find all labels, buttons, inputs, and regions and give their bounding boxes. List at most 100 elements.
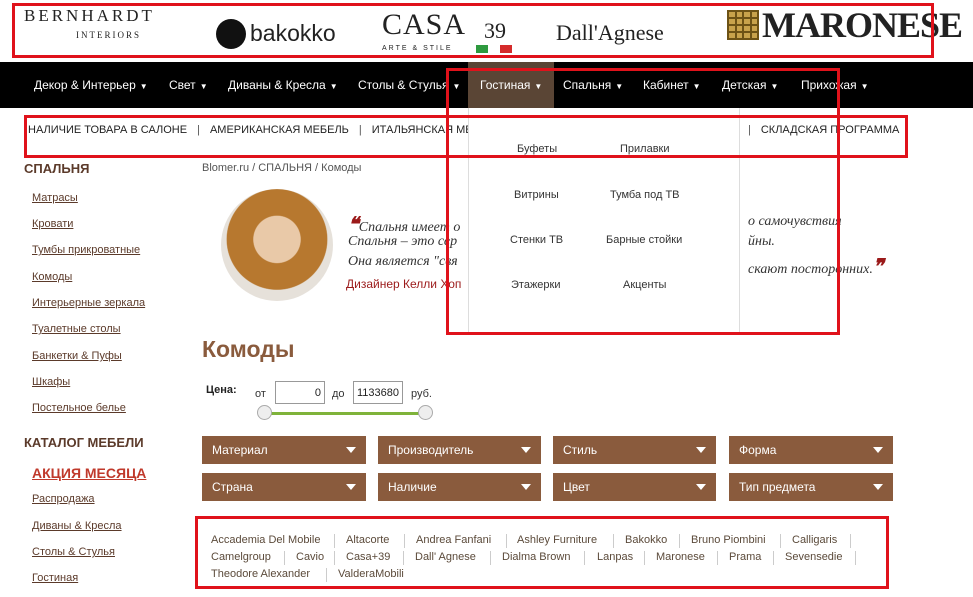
sidebar-item-wardrobes[interactable]: Шкафы bbox=[32, 376, 70, 388]
nav-label: Гостиная bbox=[480, 78, 531, 92]
nav-label: Спальня bbox=[563, 78, 612, 92]
filter-label: Наличие bbox=[388, 480, 437, 494]
dropdown-item-buffets[interactable]: Буфеты bbox=[517, 143, 557, 155]
brand-dallagnese[interactable]: Dall'Agnese bbox=[556, 20, 664, 46]
caret-down-icon bbox=[346, 447, 356, 453]
sidebar-heading-bedroom: СПАЛЬНЯ bbox=[24, 161, 90, 176]
nav-item-office[interactable]: Кабинет ▼ bbox=[643, 62, 701, 108]
maker-link[interactable]: Calligaris bbox=[792, 534, 837, 546]
quote-author: Дизайнер Келли Хоп bbox=[346, 277, 462, 291]
brand-casa[interactable]: CASA bbox=[382, 8, 466, 42]
maker-link[interactable]: Altacorte bbox=[346, 534, 389, 546]
maker-link[interactable]: Prama bbox=[729, 551, 761, 563]
chevron-down-icon: ▼ bbox=[692, 82, 701, 91]
price-to-input[interactable] bbox=[353, 381, 403, 404]
nav-item-living-room[interactable]: Гостиная ▼ bbox=[468, 62, 555, 108]
dropdown-item-tv-stand[interactable]: Тумба под ТВ bbox=[610, 189, 680, 201]
quote-line-1-end: о самочувствия bbox=[748, 214, 842, 229]
divider: | bbox=[748, 124, 751, 136]
filter-item-type[interactable]: Тип предмета bbox=[729, 473, 893, 501]
breadcrumb[interactable]: Blomer.ru / СПАЛЬНЯ / Комоды bbox=[202, 162, 361, 174]
dropdown-item-accents[interactable]: Акценты bbox=[623, 279, 666, 291]
chevron-down-icon: ▼ bbox=[452, 82, 461, 91]
price-slider-min-handle[interactable] bbox=[257, 405, 272, 420]
chevron-down-icon: ▼ bbox=[615, 82, 624, 91]
nav-item-tables[interactable]: Столы & Стулья ▼ bbox=[358, 62, 460, 108]
brand-bernhardt[interactable]: BERNHARDT bbox=[24, 6, 155, 26]
sidebar-item-sale[interactable]: Распродажа bbox=[32, 493, 95, 505]
brand-maronese[interactable]: MARONESE bbox=[762, 4, 963, 46]
price-label: Цена: bbox=[206, 384, 237, 396]
maker-link[interactable]: Camelgroup bbox=[211, 551, 271, 563]
maker-link[interactable]: Maronese bbox=[656, 551, 705, 563]
maker-link[interactable]: Ashley Furniture bbox=[517, 534, 597, 546]
divider: | bbox=[197, 124, 200, 136]
price-from-input[interactable] bbox=[275, 381, 325, 404]
sidebar-item-mirrors[interactable]: Интерьерные зеркала bbox=[32, 297, 145, 309]
maker-link[interactable]: Bruno Piombini bbox=[691, 534, 766, 546]
dropdown-item-tv-walls[interactable]: Стенки ТВ bbox=[510, 234, 563, 246]
nav-item-sofas[interactable]: Диваны & Кресла ▼ bbox=[228, 62, 338, 108]
divider bbox=[850, 534, 851, 548]
maker-link[interactable]: Lanpas bbox=[597, 551, 633, 563]
chevron-down-icon: ▼ bbox=[534, 82, 543, 91]
dropdown-item-shelves[interactable]: Этажерки bbox=[511, 279, 561, 291]
sidebar-item-sofas[interactable]: Диваны & Кресла bbox=[32, 520, 122, 532]
maker-link[interactable]: Sevensedie bbox=[785, 551, 843, 563]
filter-color[interactable]: Цвет bbox=[553, 473, 716, 501]
divider bbox=[326, 568, 327, 582]
caret-down-icon bbox=[521, 447, 531, 453]
divider bbox=[644, 551, 645, 565]
subnav-in-stock[interactable]: НАЛИЧИЕ ТОВАРА В САЛОНЕ bbox=[28, 124, 187, 136]
filter-country[interactable]: Страна bbox=[202, 473, 366, 501]
maker-link[interactable]: Dialma Brown bbox=[502, 551, 570, 563]
divider bbox=[679, 534, 680, 548]
maker-link[interactable]: Accademia Del Mobile bbox=[211, 534, 320, 546]
price-slider-track[interactable] bbox=[264, 412, 426, 415]
price-slider-max-handle[interactable] bbox=[418, 405, 433, 420]
quote-text: Спальня имеет о bbox=[358, 220, 461, 235]
sidebar-item-tables[interactable]: Столы & Стулья bbox=[32, 546, 115, 558]
maker-link[interactable]: Theodore Alexander bbox=[211, 568, 310, 580]
nav-item-kids[interactable]: Детская ▼ bbox=[722, 62, 778, 108]
filter-style[interactable]: Стиль bbox=[553, 436, 716, 464]
maker-link[interactable]: Casa+39 bbox=[346, 551, 390, 563]
nav-item-bedroom[interactable]: Спальня ▼ bbox=[563, 62, 623, 108]
maker-link[interactable]: ValderaMobili bbox=[338, 568, 404, 580]
dropdown-item-counters[interactable]: Прилавки bbox=[620, 143, 670, 155]
subnav-warehouse[interactable]: СКЛАДСКАЯ ПРОГРАММА bbox=[761, 124, 900, 136]
maker-link[interactable]: Bakokko bbox=[625, 534, 667, 546]
sidebar-item-benches[interactable]: Банкетки & Пуфы bbox=[32, 350, 122, 362]
filter-manufacturer[interactable]: Производитель bbox=[378, 436, 541, 464]
divider bbox=[334, 551, 335, 565]
divider bbox=[490, 551, 491, 565]
nav-item-hallway[interactable]: Прихожая ▼ bbox=[801, 62, 869, 108]
sub-nav-right: | СКЛАДСКАЯ ПРОГРАММА bbox=[748, 124, 899, 136]
nav-label: Детская bbox=[722, 78, 767, 92]
filter-label: Материал bbox=[212, 443, 268, 457]
sidebar-item-vanities[interactable]: Туалетные столы bbox=[32, 323, 121, 335]
sidebar-item-mattresses[interactable]: Матрасы bbox=[32, 192, 78, 204]
sidebar-item-beds[interactable]: Кровати bbox=[32, 218, 73, 230]
filter-material[interactable]: Материал bbox=[202, 436, 366, 464]
subnav-american[interactable]: АМЕРИКАНСКАЯ МЕБЕЛЬ bbox=[210, 124, 349, 136]
filter-label: Форма bbox=[739, 443, 777, 457]
caret-down-icon bbox=[873, 447, 883, 453]
sidebar-item-dressers[interactable]: Комоды bbox=[32, 271, 72, 283]
sidebar-item-nightstands[interactable]: Тумбы прикроватные bbox=[32, 244, 140, 256]
brand-bakokko[interactable]: bakokko bbox=[250, 20, 336, 47]
maker-link[interactable]: Dall' Agnese bbox=[415, 551, 476, 563]
dropdown-item-showcases[interactable]: Витрины bbox=[514, 189, 559, 201]
sidebar-item-bedding[interactable]: Постельное белье bbox=[32, 402, 126, 414]
divider bbox=[773, 551, 774, 565]
maker-link[interactable]: Andrea Fanfani bbox=[416, 534, 491, 546]
divider bbox=[404, 534, 405, 548]
maker-link[interactable]: Cavio bbox=[296, 551, 324, 563]
sidebar-item-living-room[interactable]: Гостиная bbox=[32, 572, 78, 584]
nav-item-light[interactable]: Свет ▼ bbox=[169, 62, 208, 108]
nav-item-decor[interactable]: Декор & Интерьер ▼ bbox=[34, 62, 148, 108]
filter-shape[interactable]: Форма bbox=[729, 436, 893, 464]
sidebar-item-promo[interactable]: АКЦИЯ МЕСЯЦА bbox=[32, 465, 146, 481]
filter-availability[interactable]: Наличие bbox=[378, 473, 541, 501]
dropdown-item-bar-counters[interactable]: Барные стойки bbox=[606, 234, 682, 246]
